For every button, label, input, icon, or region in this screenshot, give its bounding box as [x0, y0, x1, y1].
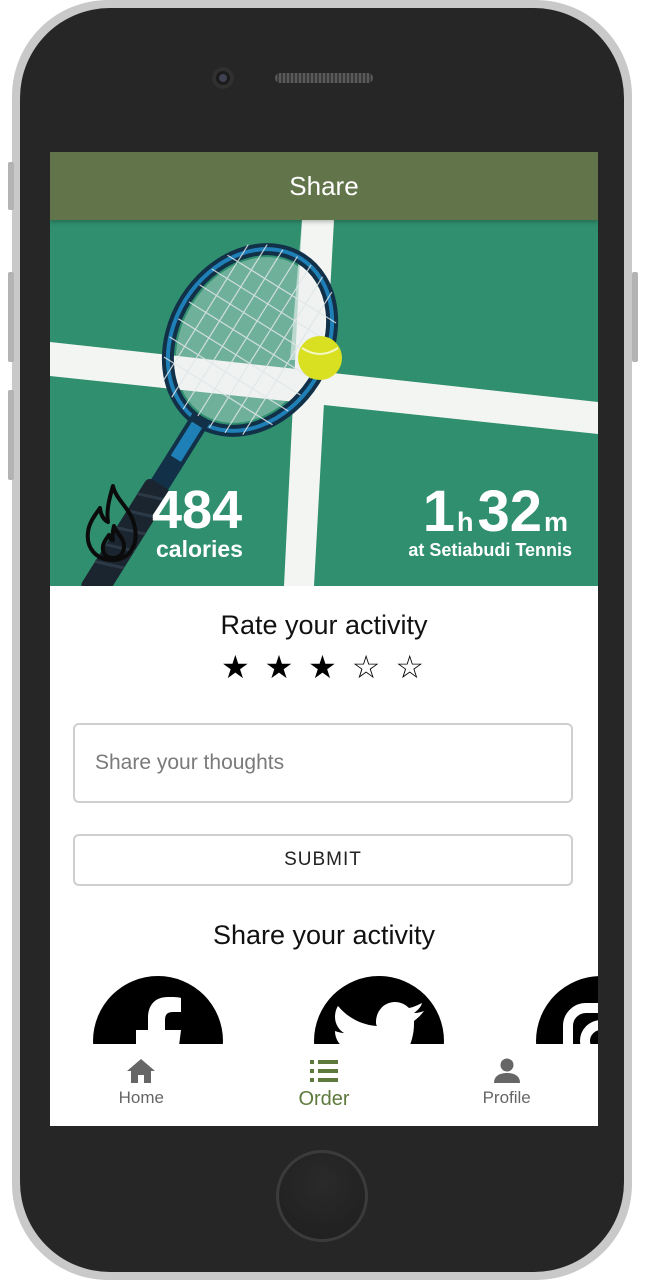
share-title: Share your activity [212, 920, 436, 950]
star-2-icon[interactable]: ★ [265, 649, 297, 685]
location-label: at Setiabudi Tennis [408, 540, 572, 560]
calories-label: calories [156, 536, 243, 562]
home-hardware-button[interactable] [276, 1150, 368, 1242]
person-icon [493, 1058, 520, 1083]
earpiece-speaker [275, 73, 373, 83]
power-button [632, 272, 638, 362]
bottom-navigation: Home Order Profile [50, 1044, 598, 1126]
activity-hero-image: 484 calories 1h32m at Setiabudi Tennis [50, 220, 598, 586]
nav-label-profile: Profile [482, 1088, 531, 1107]
app-bar: Share [50, 152, 598, 220]
nav-item-order[interactable]: Order [233, 1044, 416, 1126]
nav-item-home[interactable]: Home [50, 1044, 233, 1126]
star-1-icon[interactable]: ★ [221, 649, 253, 685]
star-rating[interactable]: ★ ★ ★ ☆ ☆ [50, 648, 598, 686]
mute-switch [8, 162, 14, 210]
volume-up-button [8, 272, 14, 362]
fire-icon [85, 484, 138, 562]
front-camera [212, 67, 234, 89]
nav-item-profile[interactable]: Profile [415, 1044, 598, 1126]
star-3-icon[interactable]: ★ [308, 649, 340, 685]
star-4-icon[interactable]: ☆ [352, 649, 384, 685]
app-screen: Share 484 calories 1h32m at Setiabudi Te… [50, 152, 598, 1126]
list-icon [310, 1060, 338, 1082]
calories-value: 484 [152, 480, 243, 540]
duration-hours: 1 [422, 479, 455, 544]
nav-label-order: Order [298, 1088, 350, 1110]
hours-unit: h [456, 507, 474, 537]
duration-minutes: 32 [477, 479, 542, 544]
volume-down-button [8, 390, 14, 480]
duration-value: 1h32m [423, 482, 572, 542]
star-5-icon[interactable]: ☆ [395, 649, 427, 685]
home-icon [127, 1059, 156, 1083]
submit-button[interactable]: SUBMIT [73, 834, 573, 886]
page-title: Share [289, 170, 359, 201]
nav-label-home: Home [118, 1088, 165, 1107]
rate-title: Rate your activity [220, 610, 428, 640]
minutes-unit: m [543, 507, 568, 537]
thoughts-input[interactable] [73, 723, 573, 803]
